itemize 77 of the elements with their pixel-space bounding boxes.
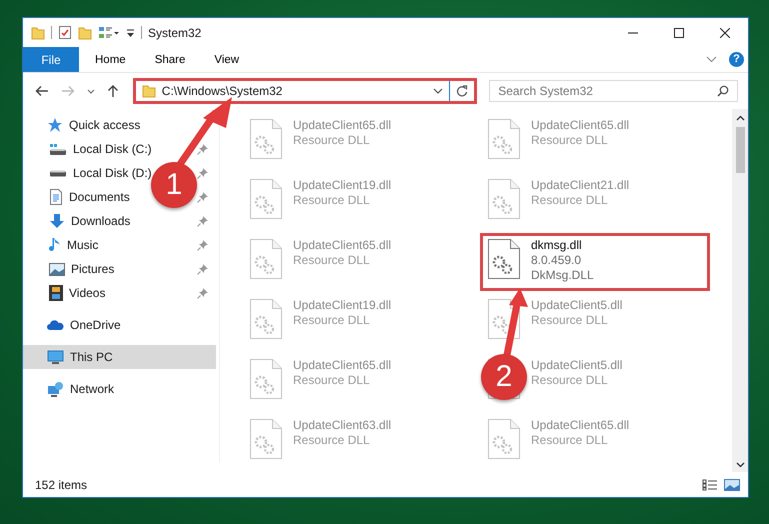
folder-icon — [142, 84, 156, 98]
dll-file-icon — [249, 358, 283, 400]
minimize-icon — [628, 32, 638, 34]
dll-file-icon — [487, 418, 521, 460]
nav-item[interactable]: Local Disk (C:) — [73, 142, 152, 156]
file-detail: Resource DLL — [531, 133, 609, 147]
music-note-icon — [49, 237, 61, 253]
scroll-up-icon[interactable] — [736, 115, 744, 121]
nav-item[interactable]: OneDrive — [23, 313, 216, 337]
nav-item[interactable]: Documents — [69, 190, 130, 204]
nav-item[interactable]: Quick access — [23, 113, 216, 137]
file-name: dkmsg.dll — [531, 238, 583, 252]
dll-file-icon — [249, 178, 283, 220]
details-view-icon[interactable] — [702, 478, 718, 490]
file-detail: Resource DLL — [531, 373, 609, 387]
file-detail: Resource DLL — [293, 133, 371, 147]
nav-item[interactable]: Videos — [69, 286, 106, 300]
download-icon — [49, 213, 65, 229]
refresh-icon[interactable] — [456, 85, 468, 97]
address-bar[interactable]: C:\Windows\System32 — [132, 78, 478, 104]
close-icon — [720, 28, 730, 38]
file-detail: Resource DLL — [531, 193, 609, 207]
scrollbar[interactable] — [732, 109, 748, 472]
computer-icon — [47, 350, 64, 364]
drive-icon — [49, 170, 67, 176]
dll-file-icon — [249, 298, 283, 340]
file-detail: Resource DLL — [531, 313, 609, 327]
file-detail: Resource DLL — [293, 313, 371, 327]
nav-item[interactable]: This PC — [23, 345, 216, 369]
dropdown-icon[interactable] — [126, 28, 135, 38]
scroll-down-icon[interactable] — [736, 462, 744, 468]
nav-item[interactable]: Music — [67, 238, 98, 252]
maximize-icon — [674, 28, 684, 38]
file-detail: Resource DLL — [293, 433, 371, 447]
back-icon[interactable] — [35, 85, 49, 97]
file-tile[interactable]: dkmsg.dll 8.0.459.0 DkMsg.DLL — [480, 233, 710, 291]
dll-file-icon — [487, 118, 521, 160]
ribbon-tab[interactable]: View — [201, 47, 252, 72]
expand-ribbon-icon[interactable] — [706, 56, 717, 63]
cloud-icon — [47, 319, 64, 331]
nav-item[interactable]: Pictures — [71, 262, 114, 276]
view-options-icon[interactable] — [98, 26, 120, 40]
star-icon — [47, 117, 63, 133]
file-detail: Resource DLL — [293, 373, 371, 387]
window-title: System32 — [148, 26, 202, 40]
item-count: 152 items — [35, 478, 88, 492]
help-button[interactable]: ? — [729, 52, 744, 67]
film-icon — [49, 285, 63, 301]
ribbon-tab[interactable]: Home — [82, 47, 139, 72]
search-icon — [717, 85, 729, 97]
file-tab[interactable]: File — [23, 47, 79, 72]
nav-item[interactable]: Local Disk (D:) — [73, 166, 152, 180]
ribbon-tab[interactable]: Share — [142, 47, 198, 72]
dll-file-icon — [249, 418, 283, 460]
file-detail: Resource DLL — [293, 253, 371, 267]
dropdown-icon[interactable] — [433, 88, 444, 94]
search-field[interactable]: Search System32 — [489, 80, 738, 102]
picture-icon — [49, 262, 65, 276]
file-detail: Resource DLL — [293, 193, 371, 207]
nav-item[interactable]: Downloads — [71, 214, 130, 228]
file-detail: Resource DLL — [531, 433, 609, 447]
recent-locations-icon[interactable] — [86, 88, 95, 94]
nav-item[interactable]: Network — [23, 377, 216, 401]
network-icon — [47, 381, 64, 397]
large-icons-view-icon[interactable] — [724, 478, 740, 490]
file-detail: DkMsg.DLL — [531, 268, 594, 282]
dll-file-icon — [487, 238, 521, 280]
address-path: C:\Windows\System32 — [162, 84, 284, 98]
dll-file-icon — [487, 178, 521, 220]
scrollbar-thumb[interactable] — [736, 127, 744, 173]
properties-icon[interactable] — [58, 25, 72, 40]
dll-file-icon — [249, 118, 283, 160]
file-detail: 8.0.459.0 — [531, 253, 582, 267]
up-icon[interactable] — [106, 84, 119, 98]
document-icon — [49, 189, 63, 205]
dll-file-icon — [249, 238, 283, 280]
drive-icon — [49, 142, 67, 156]
